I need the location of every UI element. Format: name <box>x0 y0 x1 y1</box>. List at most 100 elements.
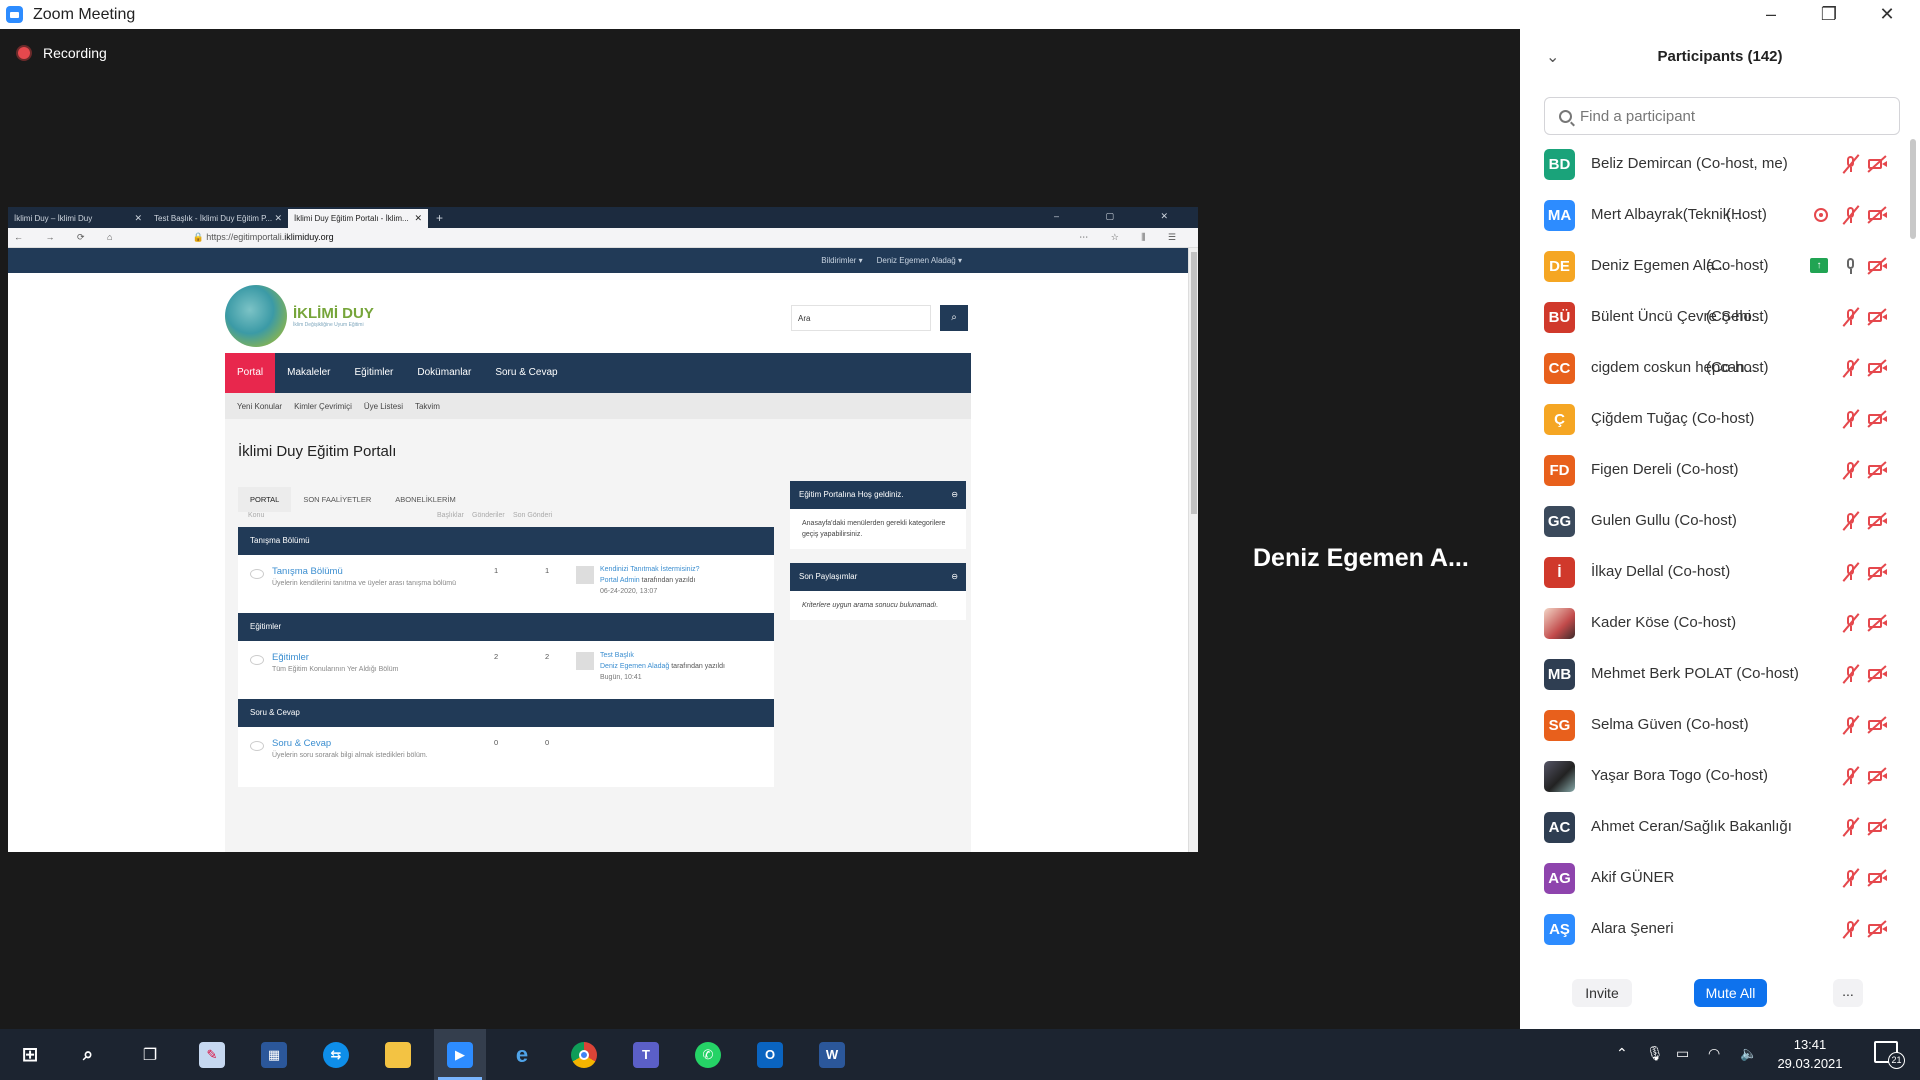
new-tab-icon[interactable]: + <box>436 211 443 225</box>
chevron-up-icon[interactable]: ⌃ <box>1616 1045 1628 1062</box>
collapse-icon[interactable]: ⊖ <box>951 563 958 591</box>
video-off-icon[interactable] <box>1866 306 1888 328</box>
participant-row[interactable]: SG Selma Güven (Co-host) <box>1520 700 1910 751</box>
microphone-muted-icon[interactable] <box>1840 612 1862 634</box>
paint-icon[interactable]: ✎ <box>186 1029 238 1080</box>
browser-toolbar-icons[interactable]: ⋯ ☆ ⫼ ☰ <box>1079 232 1186 243</box>
mute-all-button[interactable]: Mute All <box>1694 979 1767 1007</box>
close-tab-icon[interactable]: ✕ <box>414 213 422 224</box>
participant-row[interactable]: Kader Köse (Co-host) <box>1520 598 1910 649</box>
microphone-muted-icon[interactable] <box>1840 204 1862 226</box>
participant-row[interactable]: AC Ahmet Ceran/Sağlık Bakanlığı <box>1520 802 1910 853</box>
search-icon[interactable]: ⌕ <box>62 1029 114 1080</box>
last-post-author[interactable]: Portal Admin <box>600 577 640 584</box>
last-post-title[interactable]: Kendinizi Tanıtmak İstermisiniz? <box>600 566 699 573</box>
video-off-icon[interactable] <box>1866 612 1888 634</box>
site-logo[interactable]: İKLİMİ DUY İklim Değişikliğine Uyum Eğit… <box>225 285 374 347</box>
microphone-muted-icon[interactable] <box>1840 816 1862 838</box>
zoom-icon[interactable]: ▶ <box>434 1029 486 1080</box>
video-off-icon[interactable] <box>1866 765 1888 787</box>
site-search-input[interactable]: Ara <box>791 305 931 331</box>
participant-row[interactable]: AŞ Alara Şeneri <box>1520 904 1910 955</box>
shared-screen[interactable]: İklimi Duy – İklimi Duy ✕ Test Başlık - İ… <box>8 207 1198 852</box>
minimize-button[interactable]: – <box>1742 0 1800 29</box>
subnav-uye-listesi[interactable]: Üye Listesi <box>364 402 403 411</box>
microphone-muted-icon[interactable] <box>1840 663 1862 685</box>
video-off-icon[interactable] <box>1866 918 1888 940</box>
microphone-icon[interactable]: 🎙 <box>1646 1045 1664 1062</box>
windows-start-icon[interactable]: ⊞ <box>4 1029 56 1080</box>
microphone-muted-icon[interactable] <box>1840 306 1862 328</box>
collapse-icon[interactable]: ⊖ <box>951 481 958 509</box>
file-explorer-icon[interactable] <box>372 1029 424 1080</box>
forum-row[interactable]: Soru & Cevap Üyelerin soru sorarak bilgi… <box>238 727 774 787</box>
microphone-icon[interactable] <box>1840 255 1862 277</box>
microphone-muted-icon[interactable] <box>1840 408 1862 430</box>
restore-button[interactable]: ❐ <box>1800 0 1858 29</box>
video-off-icon[interactable] <box>1866 714 1888 736</box>
subnav-yeni-konular[interactable]: Yeni Konular <box>237 402 282 411</box>
browser-tab[interactable]: Test Başlık - İklimi Duy Eğitim P... ✕ <box>148 209 288 228</box>
system-clock[interactable]: 13:41 29.03.2021 <box>1770 1035 1850 1073</box>
microphone-muted-icon[interactable] <box>1840 357 1862 379</box>
microphone-muted-icon[interactable] <box>1840 714 1862 736</box>
notification-icon[interactable]: 21 <box>1874 1041 1905 1069</box>
participant-search-input[interactable]: Find a participant <box>1544 97 1900 135</box>
microphone-muted-icon[interactable] <box>1840 459 1862 481</box>
participant-row[interactable]: DE Deniz Egemen Ala... (Co-host) ↑ <box>1520 241 1910 292</box>
task-view-icon[interactable]: ❐ <box>124 1029 176 1080</box>
browser-scrollbar[interactable] <box>1188 248 1198 852</box>
outlook-icon[interactable]: O <box>744 1029 796 1080</box>
wifi-icon[interactable]: ◠ <box>1708 1045 1720 1062</box>
last-post-author[interactable]: Deniz Egemen Aladağ <box>600 663 669 670</box>
participant-row[interactable]: GG Gulen Gullu (Co-host) <box>1520 496 1910 547</box>
participant-row[interactable]: MA Mert Albayrak(Teknik ... (Host) <box>1520 190 1910 241</box>
video-off-icon[interactable] <box>1866 255 1888 277</box>
notifications-link[interactable]: Bildirimler ▾ <box>821 256 862 265</box>
participant-row[interactable]: BD Beliz Demircan (Co-host, me) <box>1520 139 1910 190</box>
video-off-icon[interactable] <box>1866 867 1888 889</box>
volume-icon[interactable]: 🔈 <box>1740 1045 1757 1062</box>
video-off-icon[interactable] <box>1866 204 1888 226</box>
microphone-muted-icon[interactable] <box>1840 510 1862 532</box>
nav-dokumanlar[interactable]: Dokümanlar <box>405 353 483 393</box>
battery-icon[interactable]: ▭ <box>1676 1045 1689 1062</box>
close-tab-icon[interactable]: ✕ <box>274 213 282 224</box>
participant-row[interactable]: CC cigdem coskun hepcan... (Co-host) <box>1520 343 1910 394</box>
recording-indicator[interactable]: Recording <box>18 45 107 61</box>
scrollbar-thumb[interactable] <box>1191 252 1197 514</box>
site-search-button[interactable]: ⌕ <box>940 305 968 331</box>
video-off-icon[interactable] <box>1866 510 1888 532</box>
teams-icon[interactable]: T <box>620 1029 672 1080</box>
internet-explorer-icon[interactable]: e <box>496 1029 548 1080</box>
video-off-icon[interactable] <box>1866 561 1888 583</box>
nav-soru-cevap[interactable]: Soru & Cevap <box>483 353 569 393</box>
participant-row[interactable]: Ç Çiğdem Tuğaç (Co-host) <box>1520 394 1910 445</box>
participant-row[interactable]: MB Mehmet Berk POLAT (Co-host) <box>1520 649 1910 700</box>
video-off-icon[interactable] <box>1866 153 1888 175</box>
url-field[interactable]: 🔒 https://egitimportali.iklimiduy.org <box>192 232 333 243</box>
microphone-muted-icon[interactable] <box>1840 561 1862 583</box>
forum-name[interactable]: Eğitimler <box>272 652 309 663</box>
subnav-takvim[interactable]: Takvim <box>415 402 440 411</box>
participant-list-scrollbar[interactable] <box>1910 139 1916 239</box>
nav-portal[interactable]: Portal <box>225 353 276 393</box>
participant-row[interactable]: AG Akif GÜNER <box>1520 853 1910 904</box>
forum-name[interactable]: Soru & Cevap <box>272 738 331 749</box>
browser-tab[interactable]: İklimi Duy – İklimi Duy ✕ <box>8 209 148 228</box>
user-menu-link[interactable]: Deniz Egemen Aladağ ▾ <box>877 256 962 265</box>
forum-name[interactable]: Tanışma Bölümü <box>272 566 343 577</box>
video-off-icon[interactable] <box>1866 663 1888 685</box>
more-options-button[interactable]: ... <box>1833 979 1863 1007</box>
browser-window-controls[interactable]: – ▢ ✕ <box>1054 211 1190 222</box>
participant-row[interactable]: FD Figen Dereli (Co-host) <box>1520 445 1910 496</box>
microphone-muted-icon[interactable] <box>1840 153 1862 175</box>
video-off-icon[interactable] <box>1866 459 1888 481</box>
participant-row[interactable]: BÜ Bülent Üncü Çevre Şehi... (Co-host) <box>1520 292 1910 343</box>
microphone-muted-icon[interactable] <box>1840 867 1862 889</box>
close-button[interactable]: ✕ <box>1858 0 1916 29</box>
video-off-icon[interactable] <box>1866 357 1888 379</box>
video-off-icon[interactable] <box>1866 408 1888 430</box>
nav-egitimler[interactable]: Eğitimler <box>342 353 405 393</box>
forum-row[interactable]: Eğitimler Tüm Eğitim Konularının Yer Ald… <box>238 641 774 701</box>
